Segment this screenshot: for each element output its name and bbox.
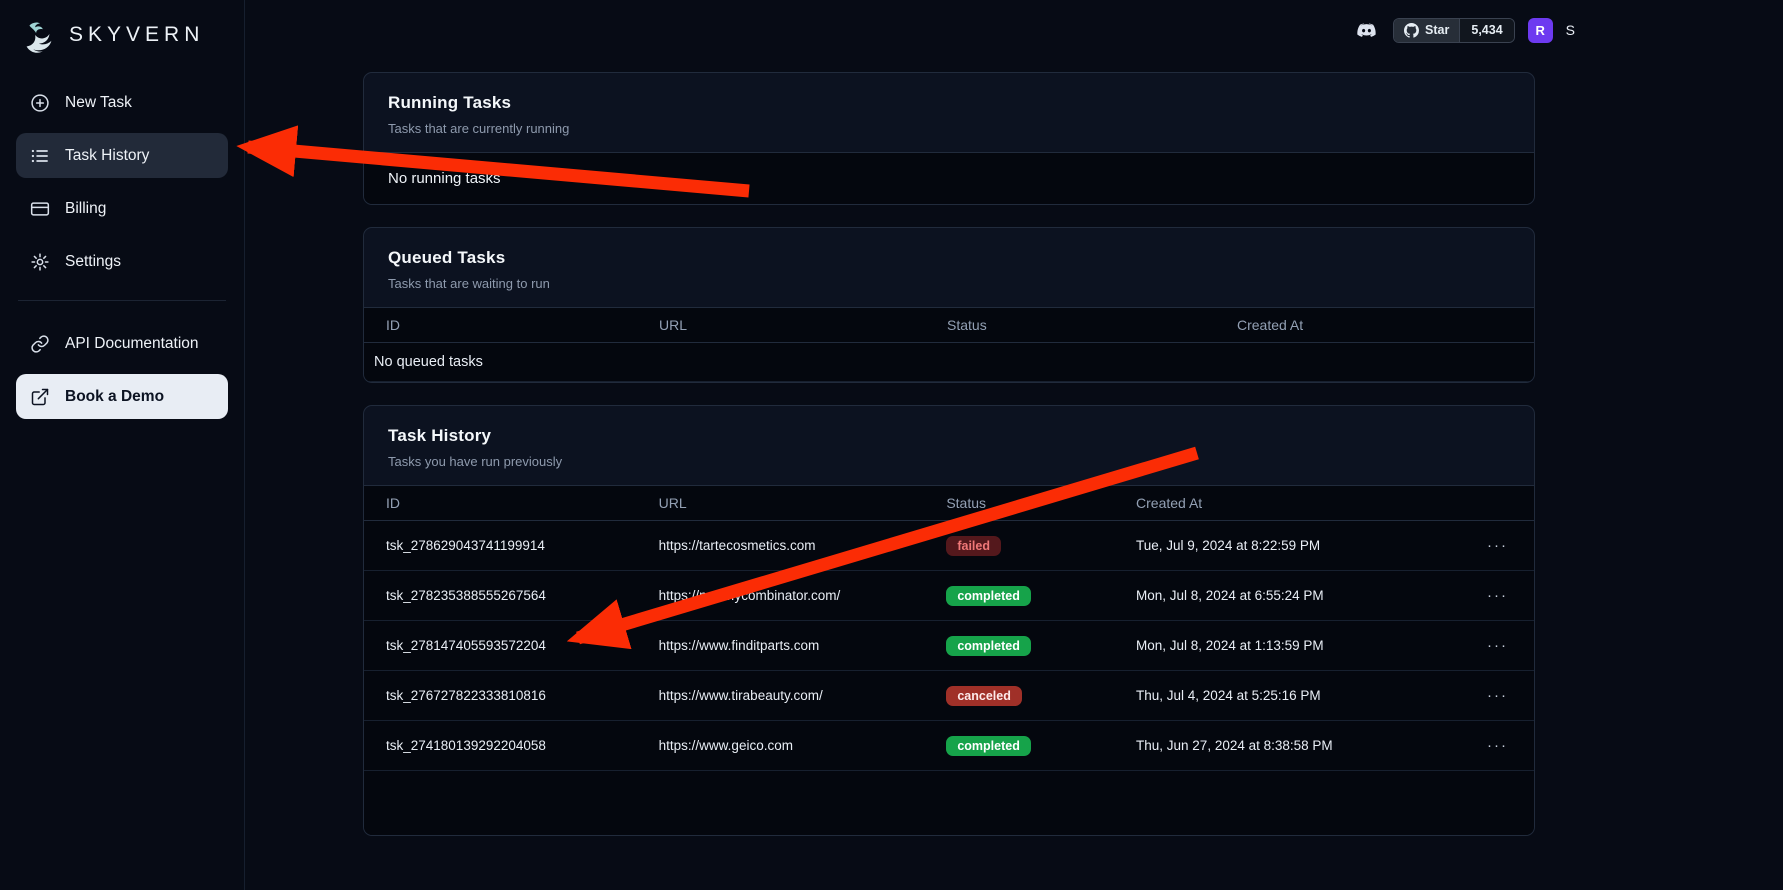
- queued-tasks-header: Queued Tasks Tasks that are waiting to r…: [364, 228, 1534, 307]
- task-row[interactable]: tsk_278235388555267564 https://news.ycom…: [364, 571, 1534, 621]
- skyvern-dragon-icon: [16, 14, 62, 56]
- status-badge: completed: [946, 736, 1031, 756]
- column-header-created-at: Created At: [1227, 308, 1534, 343]
- column-header-status: Status: [936, 486, 1126, 521]
- card-title: Queued Tasks: [388, 248, 1510, 268]
- sidebar-item-label: Billing: [65, 200, 106, 218]
- content: Running Tasks Tasks that are currently r…: [363, 72, 1535, 836]
- task-id-cell: tsk_278147405593572204: [364, 621, 649, 671]
- task-created-at-cell: Thu, Jun 27, 2024 at 8:38:58 PM: [1126, 721, 1477, 771]
- queued-tasks-card: Queued Tasks Tasks that are waiting to r…: [363, 227, 1535, 383]
- column-header-created-at: Created At: [1126, 486, 1477, 521]
- github-star-label: Star: [1425, 23, 1449, 37]
- list-icon: [30, 146, 50, 166]
- queued-tasks-empty-text: No queued tasks: [364, 343, 1534, 382]
- task-history-header: Task History Tasks you have run previous…: [364, 406, 1534, 485]
- task-history-card: Task History Tasks you have run previous…: [363, 405, 1535, 836]
- sidebar-item-api-documentation[interactable]: API Documentation: [16, 321, 228, 366]
- task-url-cell: https://www.finditparts.com: [649, 621, 937, 671]
- task-created-at-cell: Thu, Jul 4, 2024 at 5:25:16 PM: [1126, 671, 1477, 721]
- column-header-actions: [1477, 486, 1534, 521]
- credit-card-icon: [30, 199, 50, 219]
- plus-circle-icon: [30, 93, 50, 113]
- github-icon: [1404, 23, 1419, 38]
- running-tasks-card: Running Tasks Tasks that are currently r…: [363, 72, 1535, 205]
- task-id-cell: tsk_274180139292204058: [364, 721, 649, 771]
- sidebar-item-new-task[interactable]: New Task: [16, 80, 228, 125]
- gear-icon: [30, 252, 50, 272]
- card-subtitle: Tasks you have run previously: [388, 454, 1510, 469]
- running-tasks-header: Running Tasks Tasks that are currently r…: [364, 73, 1534, 152]
- github-star-button[interactable]: Star: [1394, 19, 1459, 42]
- task-created-at-cell: Tue, Jul 9, 2024 at 8:22:59 PM: [1126, 521, 1477, 571]
- running-tasks-empty: No running tasks: [364, 152, 1534, 204]
- task-created-at-cell: Mon, Jul 8, 2024 at 6:55:24 PM: [1126, 571, 1477, 621]
- sidebar: SKYVERN New Task Task History Billing: [0, 0, 245, 890]
- brand-logo: SKYVERN: [16, 12, 228, 80]
- card-subtitle: Tasks that are waiting to run: [388, 276, 1510, 291]
- task-url-cell: https://news.ycombinator.com/: [649, 571, 937, 621]
- column-header-status: Status: [937, 308, 1227, 343]
- task-history-table: ID URL Status Created At tsk_27862904374…: [364, 485, 1534, 771]
- row-actions-button[interactable]: ···: [1487, 537, 1508, 554]
- task-id-cell: tsk_276727822333810816: [364, 671, 649, 721]
- task-history-tbody: tsk_278629043741199914 https://tartecosm…: [364, 521, 1534, 771]
- card-title: Running Tasks: [388, 93, 1510, 113]
- status-badge: canceled: [946, 686, 1022, 706]
- link-icon: [30, 334, 50, 354]
- brand-name: SKYVERN: [69, 23, 204, 47]
- sidebar-item-label: Settings: [65, 253, 121, 271]
- task-url-cell: https://tartecosmetics.com: [649, 521, 937, 571]
- sidebar-item-label: API Documentation: [65, 335, 199, 353]
- task-row[interactable]: tsk_278629043741199914 https://tartecosm…: [364, 521, 1534, 571]
- app-root: SKYVERN New Task Task History Billing: [0, 0, 1783, 890]
- table-header-row: ID URL Status Created At: [364, 308, 1534, 343]
- task-url-cell: https://www.tirabeauty.com/: [649, 671, 937, 721]
- sidebar-nav: New Task Task History Billing Settings: [16, 80, 228, 419]
- sidebar-divider: [18, 300, 226, 301]
- external-link-icon: [30, 387, 50, 407]
- avatar[interactable]: R: [1528, 18, 1553, 43]
- column-header-id: ID: [364, 308, 649, 343]
- sidebar-item-label: Book a Demo: [65, 388, 164, 406]
- discord-icon[interactable]: [1353, 20, 1380, 41]
- task-row[interactable]: tsk_278147405593572204 https://www.findi…: [364, 621, 1534, 671]
- sidebar-item-billing[interactable]: Billing: [16, 186, 228, 231]
- user-name-partial: S: [1566, 22, 1575, 38]
- book-a-demo-button[interactable]: Book a Demo: [16, 374, 228, 419]
- topbar: Star 5,434 R S: [1353, 15, 1575, 45]
- task-id-cell: tsk_278629043741199914: [364, 521, 649, 571]
- status-badge: failed: [946, 536, 1001, 556]
- column-header-url: URL: [649, 486, 937, 521]
- task-row[interactable]: tsk_274180139292204058 https://www.geico…: [364, 721, 1534, 771]
- sidebar-item-settings[interactable]: Settings: [16, 239, 228, 284]
- sidebar-item-label: New Task: [65, 94, 132, 112]
- task-url-cell: https://www.geico.com: [649, 721, 937, 771]
- column-header-id: ID: [364, 486, 649, 521]
- sidebar-item-task-history[interactable]: Task History: [16, 133, 228, 178]
- task-created-at-cell: Mon, Jul 8, 2024 at 1:13:59 PM: [1126, 621, 1477, 671]
- github-star-count[interactable]: 5,434: [1459, 19, 1513, 42]
- row-actions-button[interactable]: ···: [1487, 687, 1508, 704]
- queued-tasks-table: ID URL Status Created At No queued tasks: [364, 307, 1534, 382]
- sidebar-item-label: Task History: [65, 147, 149, 165]
- table-header-row: ID URL Status Created At: [364, 486, 1534, 521]
- status-badge: completed: [946, 586, 1031, 606]
- card-title: Task History: [388, 426, 1510, 446]
- row-actions-button[interactable]: ···: [1487, 587, 1508, 604]
- column-header-url: URL: [649, 308, 937, 343]
- task-id-cell: tsk_278235388555267564: [364, 571, 649, 621]
- row-actions-button[interactable]: ···: [1487, 637, 1508, 654]
- card-subtitle: Tasks that are currently running: [388, 121, 1510, 136]
- main-area: Star 5,434 R S Running Tasks Tasks that …: [245, 0, 1783, 890]
- status-badge: completed: [946, 636, 1031, 656]
- queued-tasks-empty-row: No queued tasks: [364, 343, 1534, 382]
- github-star-widget[interactable]: Star 5,434: [1393, 18, 1515, 43]
- task-row[interactable]: tsk_276727822333810816 https://www.tirab…: [364, 671, 1534, 721]
- task-history-table-wrap: ID URL Status Created At tsk_27862904374…: [364, 485, 1534, 835]
- row-actions-button[interactable]: ···: [1487, 737, 1508, 754]
